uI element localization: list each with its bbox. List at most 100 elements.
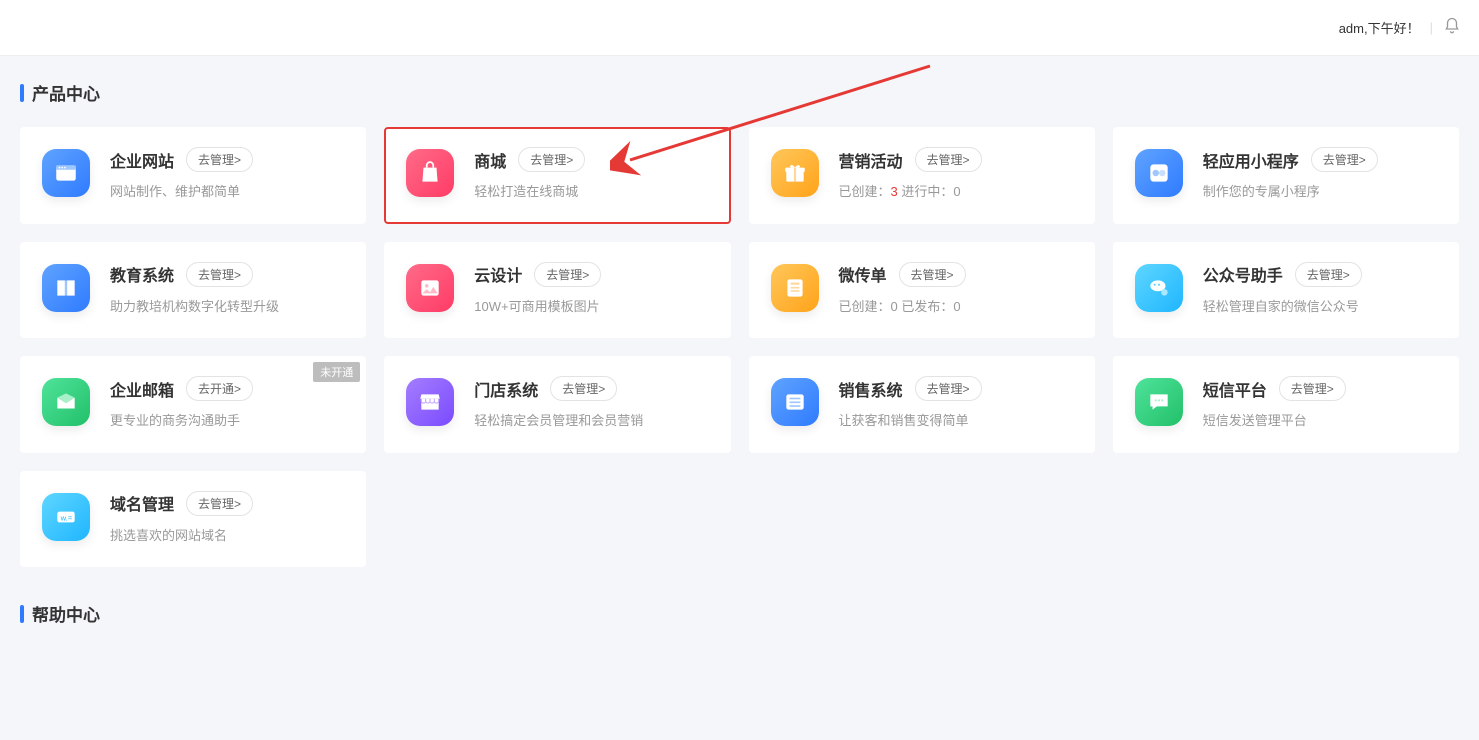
svg-text:w.=: w.=: [60, 513, 73, 522]
book-icon: [42, 264, 90, 312]
card-head: 营销活动 去管理>: [839, 147, 1073, 172]
card-education[interactable]: 教育系统 去管理> 助力教培机构数字化转型升级: [20, 242, 366, 339]
card-title: 企业网站: [110, 148, 174, 172]
image-icon: [406, 264, 454, 312]
section-title-text: 产品中心: [32, 80, 100, 105]
card-title: 短信平台: [1203, 377, 1267, 401]
card-head: 公众号助手 去管理>: [1203, 262, 1437, 287]
card-head: 企业网站 去管理>: [110, 147, 344, 172]
manage-button[interactable]: 去管理>: [186, 491, 253, 516]
card-title: 营销活动: [839, 148, 903, 172]
manage-button[interactable]: 去管理>: [186, 147, 253, 172]
card-title: 教育系统: [110, 262, 174, 286]
card-wechat-official[interactable]: 公众号助手 去管理> 轻松管理自家的微信公众号: [1113, 242, 1459, 339]
card-desc: 已创建：3 进行中：0: [839, 182, 1073, 202]
section-title-products: 产品中心: [20, 80, 1459, 105]
card-body: 教育系统 去管理> 助力教培机构数字化转型升级: [110, 262, 344, 317]
card-enterprise-website[interactable]: 企业网站 去管理> 网站制作、维护都简单: [20, 127, 366, 224]
card-desc: 轻松搞定会员管理和会员营销: [474, 411, 708, 431]
card-title: 轻应用小程序: [1203, 148, 1299, 172]
card-desc: 10W+可商用模板图片: [474, 297, 708, 317]
card-domain-mgmt[interactable]: w.= 域名管理 去管理> 挑选喜欢的网站域名: [20, 471, 366, 568]
title-bar-icon: [20, 84, 24, 102]
mail-icon: [42, 378, 90, 426]
card-head: 教育系统 去管理>: [110, 262, 344, 287]
card-title: 销售系统: [839, 377, 903, 401]
card-title: 企业邮箱: [110, 377, 174, 401]
card-body: 企业邮箱 去开通> 更专业的商务沟通助手: [110, 376, 344, 431]
card-body: 短信平台 去管理> 短信发送管理平台: [1203, 376, 1437, 431]
manage-button[interactable]: 去管理>: [915, 376, 982, 401]
desc-prefix: 已创建：: [839, 184, 891, 199]
card-desc: 让获客和销售变得简单: [839, 411, 1073, 431]
card-title: 门店系统: [474, 377, 538, 401]
card-desc: 网站制作、维护都简单: [110, 182, 344, 202]
card-title: 微传单: [839, 262, 887, 286]
card-mall[interactable]: 商城 去管理> 轻松打造在线商城: [384, 127, 730, 224]
domain-icon: w.=: [42, 493, 90, 541]
product-grid: 企业网站 去管理> 网站制作、维护都简单 商城 去管理> 轻松打造在线商城: [20, 127, 1459, 567]
link-icon: [1135, 149, 1183, 197]
gift-icon: [771, 149, 819, 197]
manage-button[interactable]: 去管理>: [534, 262, 601, 287]
card-head: 门店系统 去管理>: [474, 376, 708, 401]
store-icon: [406, 378, 454, 426]
card-head: 域名管理 去管理>: [110, 491, 344, 516]
card-head: 企业邮箱 去开通>: [110, 376, 344, 401]
window-icon: [42, 149, 90, 197]
section-title-help: 帮助中心: [20, 601, 1459, 626]
wechat-icon: [1135, 264, 1183, 312]
manage-button[interactable]: 去管理>: [186, 262, 253, 287]
card-title: 商城: [474, 148, 506, 172]
separator: |: [1430, 20, 1433, 35]
card-enterprise-mail[interactable]: 未开通 企业邮箱 去开通> 更专业的商务沟通助手: [20, 356, 366, 453]
card-desc: 已创建：0 已发布：0: [839, 297, 1073, 317]
card-miniapp[interactable]: 轻应用小程序 去管理> 制作您的专属小程序: [1113, 127, 1459, 224]
card-flyer[interactable]: 微传单 去管理> 已创建：0 已发布：0: [749, 242, 1095, 339]
topbar: adm,下午好！ |: [0, 0, 1479, 56]
card-head: 销售系统 去管理>: [839, 376, 1073, 401]
manage-button[interactable]: 去管理>: [550, 376, 617, 401]
card-body: 云设计 去管理> 10W+可商用模板图片: [474, 262, 708, 317]
content-area: 产品中心 企业网站 去管理> 网站制作、维护都简单 商城: [0, 56, 1479, 626]
desc-suffix: 进行中：0: [898, 184, 961, 199]
list-icon: [771, 378, 819, 426]
greeting-text: adm,下午好！: [1339, 18, 1420, 37]
card-desc: 助力教培机构数字化转型升级: [110, 297, 344, 317]
badge-not-opened: 未开通: [313, 362, 360, 382]
card-desc: 短信发送管理平台: [1203, 411, 1437, 431]
card-desc: 挑选喜欢的网站域名: [110, 526, 344, 546]
card-head: 云设计 去管理>: [474, 262, 708, 287]
manage-button[interactable]: 去管理>: [915, 147, 982, 172]
card-body: 销售系统 去管理> 让获客和销售变得简单: [839, 376, 1073, 431]
card-body: 企业网站 去管理> 网站制作、维护都简单: [110, 147, 344, 202]
open-button[interactable]: 去开通>: [186, 376, 253, 401]
card-sms-platform[interactable]: 短信平台 去管理> 短信发送管理平台: [1113, 356, 1459, 453]
card-body: 轻应用小程序 去管理> 制作您的专属小程序: [1203, 147, 1437, 202]
card-desc: 制作您的专属小程序: [1203, 182, 1437, 202]
card-desc: 轻松打造在线商城: [474, 182, 708, 202]
shopping-bag-icon: [406, 149, 454, 197]
sms-icon: [1135, 378, 1183, 426]
card-body: 域名管理 去管理> 挑选喜欢的网站域名: [110, 491, 344, 546]
manage-button[interactable]: 去管理>: [1311, 147, 1378, 172]
card-marketing[interactable]: 营销活动 去管理> 已创建：3 进行中：0: [749, 127, 1095, 224]
card-body: 公众号助手 去管理> 轻松管理自家的微信公众号: [1203, 262, 1437, 317]
manage-button[interactable]: 去管理>: [1279, 376, 1346, 401]
card-store-system[interactable]: 门店系统 去管理> 轻松搞定会员管理和会员营销: [384, 356, 730, 453]
section-title-text: 帮助中心: [32, 601, 100, 626]
manage-button[interactable]: 去管理>: [1295, 262, 1362, 287]
card-title: 云设计: [474, 262, 522, 286]
card-head: 轻应用小程序 去管理>: [1203, 147, 1437, 172]
card-body: 商城 去管理> 轻松打造在线商城: [474, 147, 708, 202]
card-head: 短信平台 去管理>: [1203, 376, 1437, 401]
card-cloud-design[interactable]: 云设计 去管理> 10W+可商用模板图片: [384, 242, 730, 339]
card-desc: 更专业的商务沟通助手: [110, 411, 344, 431]
card-title: 公众号助手: [1203, 262, 1283, 286]
card-title: 域名管理: [110, 491, 174, 515]
manage-button[interactable]: 去管理>: [518, 147, 585, 172]
card-body: 门店系统 去管理> 轻松搞定会员管理和会员营销: [474, 376, 708, 431]
card-sales-system[interactable]: 销售系统 去管理> 让获客和销售变得简单: [749, 356, 1095, 453]
notification-bell-icon[interactable]: [1443, 17, 1461, 38]
manage-button[interactable]: 去管理>: [899, 262, 966, 287]
